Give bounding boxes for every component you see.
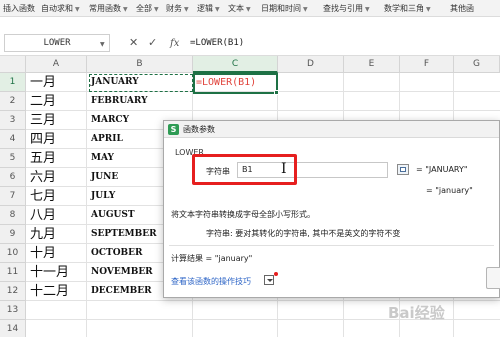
chevron-down-icon: ▼ — [246, 6, 251, 13]
chevron-down-icon: ▼ — [303, 6, 308, 13]
cell-a3[interactable]: 三月 — [30, 111, 88, 130]
chevron-down-icon: ▼ — [426, 6, 431, 13]
chevron-down-icon[interactable]: ▼ — [100, 41, 105, 48]
range-select-icon[interactable] — [397, 164, 409, 175]
column-header-e[interactable]: E — [344, 56, 400, 73]
column-header-g[interactable]: G — [454, 56, 500, 73]
cell-a7[interactable]: 七月 — [30, 187, 88, 206]
argument-value-preview: = "JANUARY" — [416, 165, 468, 174]
notification-dot — [274, 272, 278, 276]
calculation-result: 计算结果 = "january" — [171, 254, 253, 263]
row-header[interactable]: 5 — [0, 149, 26, 168]
row-header[interactable]: 11 — [0, 263, 26, 282]
ribbon-tab-autosum[interactable]: 自动求和 ▼ — [41, 2, 80, 15]
watermark: Bai经验 — [388, 304, 445, 322]
row-header[interactable]: 3 — [0, 111, 26, 130]
function-description: 将文本字符串转换成字母全部小写形式。 — [171, 210, 315, 219]
dialog-title: 函数参数 — [183, 125, 215, 134]
cell-a10[interactable]: 十月 — [30, 244, 88, 263]
chevron-down-icon: ▼ — [75, 6, 80, 13]
cell-a1[interactable]: 一月 — [30, 73, 88, 92]
column-header-a[interactable]: A — [26, 56, 87, 73]
row-header[interactable]: 10 — [0, 244, 26, 263]
wps-sheet-icon: S — [168, 124, 179, 135]
chevron-down-icon: ▼ — [215, 6, 220, 13]
row-header[interactable]: 1 — [0, 73, 26, 92]
chevron-down-icon: ▼ — [365, 6, 370, 13]
ribbon-tab-lookup[interactable]: 查找与引用 ▼ — [323, 2, 370, 15]
cell-b2[interactable]: FEBRUARY — [91, 92, 191, 111]
ribbon-tab-logic[interactable]: 逻辑 ▼ — [197, 2, 220, 15]
fill-handle[interactable] — [274, 90, 279, 95]
ribbon-tab-finance[interactable]: 财务 ▼ — [166, 2, 189, 15]
ribbon-tab-insert-function[interactable]: 插入函数 — [3, 2, 35, 15]
function-result-preview: = "january" — [426, 186, 473, 195]
chevron-down-icon: ▼ — [154, 6, 159, 13]
row-header[interactable]: 13 — [0, 301, 26, 320]
function-ribbon: 插入函数 自动求和 ▼ 常用函数 ▼ 全部 ▼ 财务 ▼ 逻辑 ▼ 文本 ▼ 日期和时间 ▼ … — [0, 0, 500, 17]
ribbon-tab-all[interactable]: 全部 ▼ — [136, 2, 159, 15]
argument-description: 字符串: 要对其转化的字符串, 其中不是英文的字符不变 — [206, 229, 401, 238]
ribbon-tab-math[interactable]: 数学和三角 ▼ — [384, 2, 431, 15]
cell-a5[interactable]: 五月 — [30, 149, 88, 168]
row-header[interactable]: 2 — [0, 92, 26, 111]
function-tips-link[interactable]: 查看该函数的操作技巧 — [171, 276, 251, 287]
cancel-icon[interactable]: ✕ — [129, 37, 138, 48]
row-header[interactable]: 8 — [0, 206, 26, 225]
row-header[interactable]: 14 — [0, 320, 26, 337]
row-header[interactable]: 12 — [0, 282, 26, 301]
column-header-f[interactable]: F — [400, 56, 454, 73]
cell-a9[interactable]: 九月 — [30, 225, 88, 244]
formula-input[interactable]: =LOWER(B1) — [190, 38, 244, 48]
ribbon-tab-common-functions[interactable]: 常用函数 ▼ — [89, 2, 128, 15]
row-header[interactable]: 9 — [0, 225, 26, 244]
row-header[interactable]: 4 — [0, 130, 26, 149]
cell-a6[interactable]: 六月 — [30, 168, 88, 187]
cell-a12[interactable]: 十二月 — [30, 282, 88, 301]
row-header[interactable]: 7 — [0, 187, 26, 206]
ribbon-tab-other[interactable]: 其他函 — [450, 2, 474, 15]
dialog-titlebar[interactable]: S 函数参数 — [164, 121, 499, 138]
copy-marquee — [89, 74, 193, 92]
confirm-icon[interactable]: ✓ — [148, 37, 157, 48]
play-video-icon[interactable] — [264, 275, 274, 285]
function-arguments-dialog: S 函数参数 LOWER 字符串 B1 = "JANUARY" I = "jan… — [163, 120, 500, 298]
dialog-divider — [169, 245, 494, 246]
name-box[interactable]: LOWER — [4, 34, 110, 52]
cell-a11[interactable]: 十一月 — [30, 263, 88, 282]
chevron-down-icon: ▼ — [184, 6, 189, 13]
ok-button[interactable] — [486, 267, 500, 289]
ribbon-tab-datetime[interactable]: 日期和时间 ▼ — [261, 2, 308, 15]
formula-bar: LOWER ▼ ✕ ✓ fx =LOWER(B1) — [0, 30, 500, 56]
column-header-b[interactable]: B — [87, 56, 193, 73]
text-cursor-icon: I — [281, 161, 287, 177]
ribbon-tab-text[interactable]: 文本 ▼ — [228, 2, 251, 15]
column-header-c[interactable]: C — [193, 56, 278, 73]
column-header-d[interactable]: D — [278, 56, 344, 73]
cell-a4[interactable]: 四月 — [30, 130, 88, 149]
insert-function-icon[interactable]: fx — [170, 38, 179, 49]
row-header[interactable]: 6 — [0, 168, 26, 187]
cell-a2[interactable]: 二月 — [30, 92, 88, 111]
chevron-down-icon: ▼ — [123, 6, 128, 13]
cell-a8[interactable]: 八月 — [30, 206, 88, 225]
select-all-corner[interactable] — [0, 56, 26, 73]
cell-c1[interactable]: =LOWER(B1) — [196, 73, 256, 92]
